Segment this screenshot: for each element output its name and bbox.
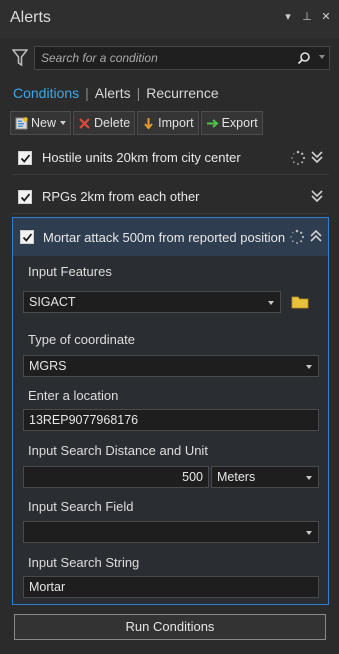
condition-checkbox[interactable]: [20, 230, 34, 244]
search-options-chevron-icon[interactable]: [319, 55, 325, 59]
conditions-toolbar: New Delete Import Export: [10, 111, 270, 135]
running-spinner-icon: [290, 229, 305, 244]
distance-label: Input Search Distance and Unit: [28, 443, 208, 458]
chevron-down-icon: [306, 531, 312, 535]
new-button-label: New: [31, 116, 57, 130]
search-box: [34, 46, 330, 70]
distance-input[interactable]: 500: [23, 466, 209, 488]
location-label: Enter a location: [28, 388, 119, 403]
new-button[interactable]: New: [10, 111, 72, 135]
export-button-label: Export: [221, 116, 258, 130]
condition-row-selected[interactable]: Mortar attack 500m from reported positio…: [13, 218, 328, 256]
condition-checkbox[interactable]: [18, 190, 32, 204]
input-features-value: SIGACT: [29, 295, 76, 309]
condition-label: Hostile units 20km from city center: [42, 150, 241, 165]
search-input[interactable]: [41, 50, 291, 66]
condition-label: Mortar attack 500m from reported positio…: [43, 230, 286, 245]
coordinate-type-label: Type of coordinate: [28, 332, 135, 347]
new-condition-icon: [15, 116, 28, 129]
import-arrow-icon: [144, 117, 153, 130]
expand-chevron-icon[interactable]: [310, 149, 324, 165]
import-button[interactable]: Import: [137, 111, 199, 135]
unit-value: Meters: [217, 470, 256, 484]
run-conditions-button[interactable]: Run Conditions: [14, 614, 326, 640]
search-field-label: Input Search Field: [28, 499, 134, 514]
search-icon[interactable]: [297, 51, 311, 65]
expanded-condition-panel: Mortar attack 500m from reported positio…: [12, 217, 329, 605]
delete-button-label: Delete: [94, 116, 131, 130]
close-icon[interactable]: ✕: [321, 10, 331, 23]
options-dropdown-icon[interactable]: ▾: [283, 10, 293, 23]
alerts-pane: Alerts ▾ ⊥ ✕ Conditions | Alerts | Recur…: [0, 0, 339, 654]
tab-conditions[interactable]: Conditions: [13, 85, 79, 101]
tab-alerts[interactable]: Alerts: [95, 85, 131, 101]
input-features-select[interactable]: SIGACT: [23, 291, 281, 313]
chevron-down-icon: [268, 301, 274, 305]
folder-icon[interactable]: [291, 295, 309, 309]
condition-label: RPGs 2km from each other: [42, 189, 200, 204]
filter-icon[interactable]: [12, 49, 28, 67]
chevron-down-icon: [306, 476, 312, 480]
chevron-down-icon: [60, 121, 67, 125]
delete-x-icon: [79, 117, 90, 129]
coordinate-type-value: MGRS: [29, 359, 67, 373]
collapse-chevron-icon[interactable]: [309, 228, 323, 244]
search-string-value: Mortar: [29, 580, 66, 594]
running-spinner-icon: [291, 150, 306, 165]
chevron-down-icon: [306, 365, 312, 369]
distance-value: 500: [182, 470, 203, 484]
condition-row[interactable]: RPGs 2km from each other: [12, 180, 329, 214]
tab-recurrence[interactable]: Recurrence: [146, 85, 218, 101]
condition-checkbox[interactable]: [18, 151, 32, 165]
export-arrow-icon: [206, 118, 219, 128]
search-field-select[interactable]: [23, 521, 319, 543]
delete-button[interactable]: Delete: [73, 111, 136, 135]
location-value: 13REP9077968176: [29, 413, 139, 427]
search-row: [10, 46, 330, 70]
export-button[interactable]: Export: [200, 111, 263, 135]
tab-divider: |: [136, 85, 141, 101]
location-input[interactable]: 13REP9077968176: [23, 409, 319, 431]
title-controls: ▾ ⊥ ✕: [283, 10, 331, 23]
title-bar: Alerts ▾ ⊥ ✕: [0, 0, 339, 38]
tab-strip: Conditions | Alerts | Recurrence: [13, 83, 219, 103]
input-features-label: Input Features: [28, 264, 112, 279]
pane-title: Alerts: [10, 9, 51, 26]
search-string-label: Input Search String: [28, 555, 140, 570]
coordinate-type-select[interactable]: MGRS: [23, 355, 319, 377]
condition-row[interactable]: Hostile units 20km from city center: [12, 141, 329, 175]
pin-icon[interactable]: ⊥: [302, 10, 312, 23]
expand-chevron-icon[interactable]: [310, 188, 324, 204]
import-button-label: Import: [158, 116, 194, 130]
tab-divider: |: [85, 85, 89, 101]
search-string-input[interactable]: Mortar: [23, 576, 319, 598]
unit-select[interactable]: Meters: [211, 466, 319, 488]
